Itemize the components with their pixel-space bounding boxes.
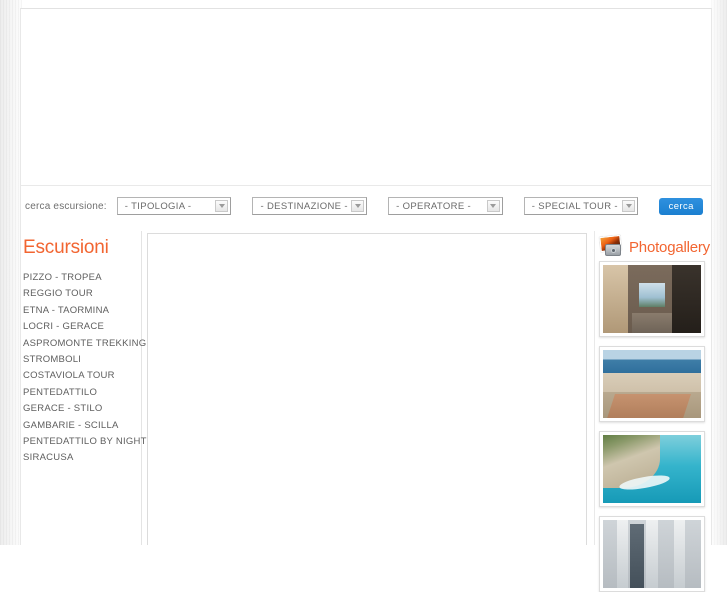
photogallery-header: Photogallery [597, 233, 711, 261]
select-tipologia-value: - TIPOLOGIA - [124, 200, 192, 212]
gallery-thumbnail[interactable] [599, 261, 705, 337]
select-special-tour[interactable]: - SPECIAL TOUR - [523, 197, 639, 215]
building-architecture-thumbnail [603, 520, 701, 588]
select-destinazione-value: - DESTINAZIONE - [260, 200, 348, 212]
beach-seafront-thumbnail [603, 350, 701, 418]
page-left-edge-texture [0, 0, 22, 545]
content-area: Escursioni PIZZO - TROPEA REGGIO TOUR ET… [21, 227, 711, 592]
photogallery-title: Photogallery [629, 238, 710, 256]
sidebar-item-pentedattilo-by-night[interactable]: PENTEDATTILO BY NIGHT [23, 434, 146, 450]
main-content-panel [147, 233, 587, 545]
sidebar-item-stromboli[interactable]: STROMBOLI [23, 352, 143, 368]
stone-arch-ruins-thumbnail [603, 265, 701, 333]
sidebar-item-gambarie-scilla[interactable]: GAMBARIE - SCILLA [23, 418, 143, 434]
chevron-down-icon[interactable] [215, 200, 229, 212]
sidebar-item-costaviola-tour[interactable]: COSTAVIOLA TOUR [23, 368, 143, 384]
chevron-down-icon[interactable] [351, 200, 365, 212]
chevron-down-icon[interactable] [622, 200, 636, 212]
sidebar-item-aspromonte-trekking[interactable]: ASPROMONTE TREKKING [23, 336, 146, 352]
select-destinazione[interactable]: - DESTINAZIONE - [252, 197, 368, 215]
sidebar-item-pizzo-tropea[interactable]: PIZZO - TROPEA [23, 270, 143, 286]
search-submit-button[interactable]: cerca [659, 197, 704, 215]
gallery-thumbnail[interactable] [599, 516, 705, 592]
page-root: cerca escursione: - TIPOLOGIA - - DESTIN… [0, 0, 727, 592]
search-label: cerca escursione: [25, 200, 107, 212]
sidebar-title: Escursioni [23, 237, 109, 258]
gallery-thumbnail[interactable] [599, 346, 705, 422]
photogallery-column: Photogallery [597, 233, 711, 592]
select-operatore[interactable]: - OPERATORE - [388, 197, 503, 215]
select-tipologia[interactable]: - TIPOLOGIA - [116, 197, 232, 215]
select-operatore-value: - OPERATORE - [396, 200, 472, 212]
select-special-tour-value: - SPECIAL TOUR - [531, 200, 618, 212]
sidebar-item-etna-taormina[interactable]: ETNA - TAORMINA [23, 303, 143, 319]
search-row: cerca escursione: - TIPOLOGIA - - DESTIN… [25, 195, 705, 217]
chevron-down-icon[interactable] [486, 200, 500, 212]
gallery-thumbnail[interactable] [599, 431, 705, 507]
sidebar-item-gerace-stilo[interactable]: GERACE - STILO [23, 401, 143, 417]
sidebar-item-siracusa[interactable]: SIRACUSA [23, 450, 143, 466]
sidebar: Escursioni PIZZO - TROPEA REGGIO TOUR ET… [21, 227, 146, 545]
turquoise-cliff-coast-thumbnail [603, 435, 701, 503]
header-banner-area [21, 9, 711, 181]
photo-camera-icon [599, 234, 625, 258]
sidebar-item-locri-gerace[interactable]: LOCRI - GERACE [23, 319, 143, 335]
sidebar-item-reggio-tour[interactable]: REGGIO TOUR [23, 286, 143, 302]
search-bar: cerca escursione: - TIPOLOGIA - - DESTIN… [21, 185, 711, 227]
column-divider-right [594, 231, 595, 545]
sidebar-item-pentedattilo[interactable]: PENTEDATTILO [23, 385, 143, 401]
page-right-edge-texture [711, 0, 727, 545]
page-sheet: cerca escursione: - TIPOLOGIA - - DESTIN… [20, 8, 712, 592]
